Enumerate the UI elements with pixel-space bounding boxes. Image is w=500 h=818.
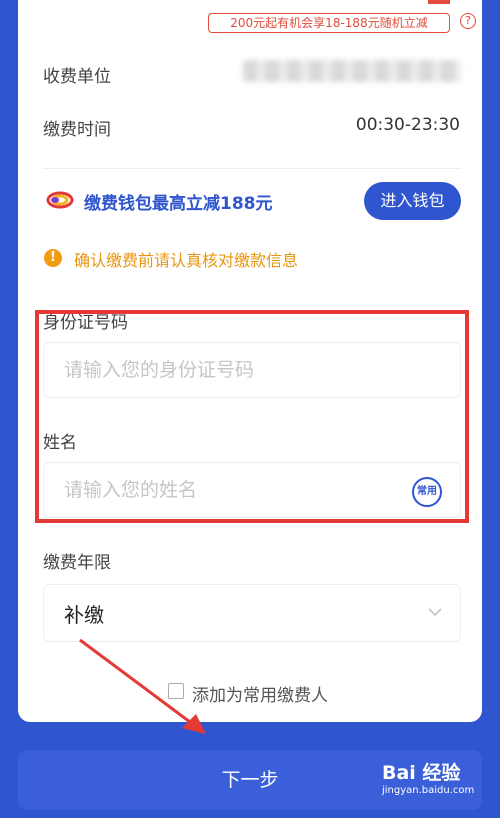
watermark-url: jingyan.baidu.com (382, 785, 475, 796)
highlight-box (35, 310, 469, 523)
enter-wallet-button[interactable]: 进入钱包 (364, 182, 461, 220)
year-select-value: 补缴 (64, 603, 104, 627)
year-label: 缴费年限 (43, 553, 111, 573)
baidu-watermark: Bai 经验 jingyan.baidu.com (382, 762, 474, 798)
payee-label: 收费单位 (43, 67, 111, 87)
annotation-arrow (79, 638, 206, 734)
tab-indicator (428, 0, 450, 4)
promo-tag: 200元起有机会享18-188元随机立减 (208, 13, 450, 33)
wallet-logo-icon (46, 191, 74, 209)
watermark-logo: Bai 经验 (382, 762, 461, 784)
payment-time-value: 00:30-23:30 (355, 115, 460, 135)
wallet-promo-text: 缴费钱包最高立减188元 (84, 194, 273, 214)
notice-text: 确认缴费前请认真核对缴款信息 (74, 251, 299, 270)
divider (43, 168, 461, 169)
info-icon: ! (44, 249, 62, 267)
chevron-down-icon (428, 608, 442, 617)
question-icon[interactable]: ? (460, 13, 476, 29)
payee-value-blurred (243, 60, 461, 82)
payment-time-label: 缴费时间 (43, 120, 111, 140)
